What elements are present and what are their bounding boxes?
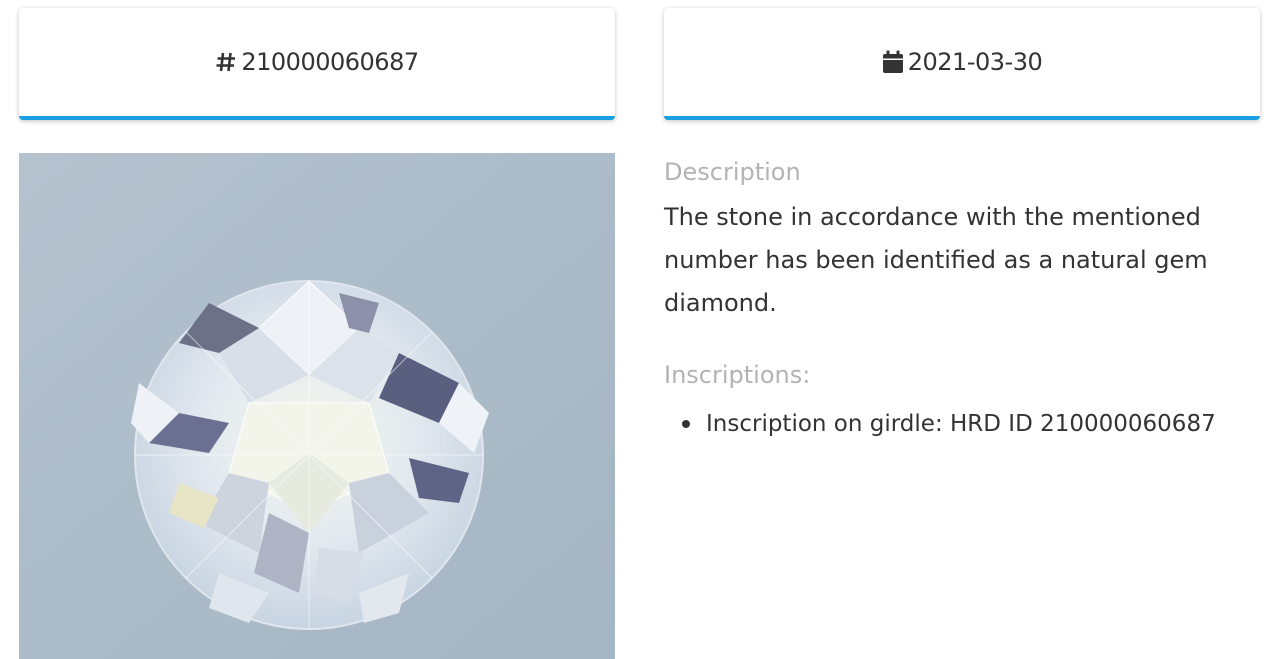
description-label: Description	[664, 158, 801, 186]
inscriptions-list: Inscription on girdle: HRD ID 2100000606…	[664, 409, 1264, 439]
certificate-date-card: 2021-03-30	[664, 8, 1260, 120]
diamond-photo	[19, 153, 615, 659]
description-text: The stone in accordance with the mention…	[664, 203, 1208, 317]
calendar-icon	[882, 50, 904, 74]
certificate-number-card: 210000060687	[19, 8, 615, 120]
certificate-number: 210000060687	[241, 48, 419, 76]
certificate-date: 2021-03-30	[907, 48, 1043, 76]
certificate-details: Description The stone in accordance with…	[664, 156, 1264, 439]
inscription-item: Inscription on girdle: HRD ID 2100000606…	[682, 409, 1264, 439]
hash-icon	[215, 51, 237, 73]
inscriptions-label: Inscriptions:	[664, 361, 811, 389]
certificate-page: 210000060687 2021-03-30 Description The …	[0, 0, 1273, 659]
